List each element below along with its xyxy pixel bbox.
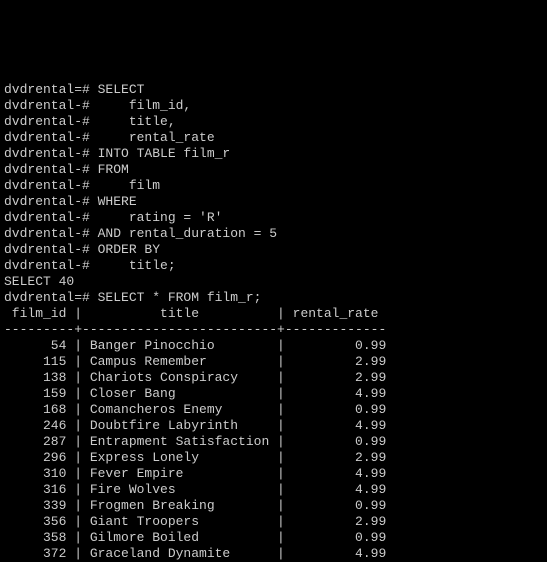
table-row: 115 | Campus Remember | 2.99 — [4, 354, 543, 370]
sql-line: dvdrental-# film — [4, 178, 543, 194]
sql-line: dvdrental-# FROM — [4, 162, 543, 178]
sql-command: dvdrental=# SELECT * FROM film_r; — [4, 290, 543, 306]
sql-line: dvdrental-# INTO TABLE film_r — [4, 146, 543, 162]
result-count: SELECT 40 — [4, 274, 543, 290]
sql-line: dvdrental-# title, — [4, 114, 543, 130]
table-row: 54 | Banger Pinocchio | 0.99 — [4, 338, 543, 354]
table-row: 358 | Gilmore Boiled | 0.99 — [4, 530, 543, 546]
table-row: 372 | Graceland Dynamite | 4.99 — [4, 546, 543, 562]
table-row: 316 | Fire Wolves | 4.99 — [4, 482, 543, 498]
sql-line: dvdrental-# title; — [4, 258, 543, 274]
table-header: film_id | title | rental_rate — [4, 306, 543, 322]
table-row: 296 | Express Lonely | 2.99 — [4, 450, 543, 466]
sql-line: dvdrental-# WHERE — [4, 194, 543, 210]
sql-line: dvdrental-# rental_rate — [4, 130, 543, 146]
table-row: 246 | Doubtfire Labyrinth | 4.99 — [4, 418, 543, 434]
table-row: 310 | Fever Empire | 4.99 — [4, 466, 543, 482]
table-separator: ---------+-------------------------+----… — [4, 322, 543, 338]
table-row: 356 | Giant Troopers | 2.99 — [4, 514, 543, 530]
sql-line: dvdrental=# SELECT — [4, 82, 543, 98]
table-row: 339 | Frogmen Breaking | 0.99 — [4, 498, 543, 514]
sql-line: dvdrental-# film_id, — [4, 98, 543, 114]
table-row: 138 | Chariots Conspiracy | 2.99 — [4, 370, 543, 386]
table-row: 287 | Entrapment Satisfaction | 0.99 — [4, 434, 543, 450]
sql-line: dvdrental-# rating = 'R' — [4, 210, 543, 226]
terminal-output: dvdrental=# SELECTdvdrental-# film_id,dv… — [0, 80, 547, 562]
sql-line: dvdrental-# ORDER BY — [4, 242, 543, 258]
sql-line: dvdrental-# AND rental_duration = 5 — [4, 226, 543, 242]
table-row: 168 | Comancheros Enemy | 0.99 — [4, 402, 543, 418]
table-row: 159 | Closer Bang | 4.99 — [4, 386, 543, 402]
